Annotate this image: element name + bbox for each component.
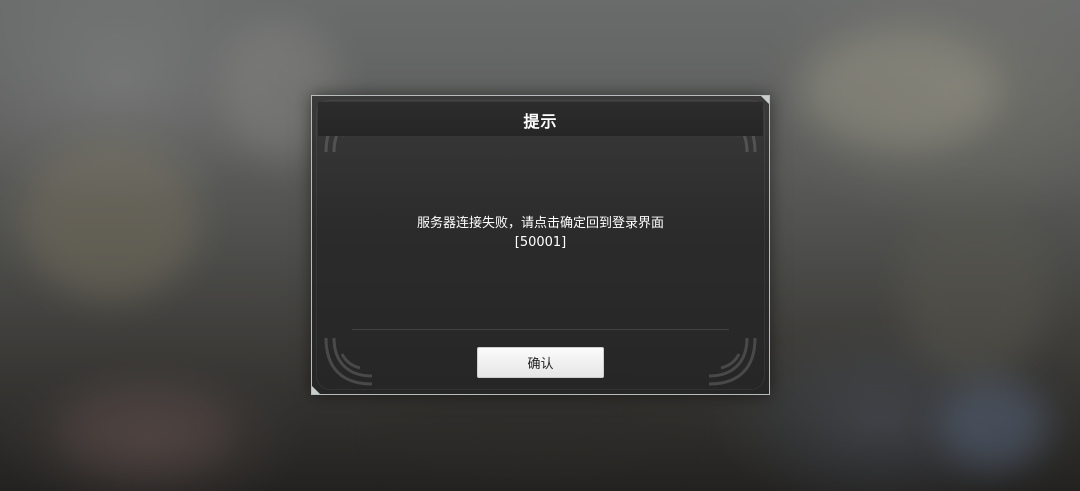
dialog-title-bar: 提示 bbox=[318, 102, 763, 136]
ornament-icon bbox=[324, 337, 373, 386]
error-message-text: 服务器连接失败，请点击确定回到登录界面 bbox=[416, 216, 664, 231]
game-background: 提示 服务器连接失败，请点击确定回到登录界面 [50001] 确认 bbox=[0, 0, 1080, 491]
background-blur-shape bbox=[940, 380, 1050, 470]
confirm-button[interactable]: 确认 bbox=[477, 347, 604, 378]
background-blur-shape bbox=[900, 200, 1050, 380]
error-dialog: 提示 服务器连接失败，请点击确定回到登录界面 [50001] 确认 bbox=[311, 95, 770, 395]
background-blur-shape bbox=[20, 140, 200, 300]
error-code: [50001] bbox=[514, 235, 567, 250]
background-blur-shape bbox=[380, 400, 680, 470]
dialog-message: 服务器连接失败，请点击确定回到登录界面 [50001] bbox=[332, 214, 749, 252]
dialog-title: 提示 bbox=[523, 112, 558, 131]
corner-accent bbox=[312, 386, 320, 394]
divider bbox=[352, 329, 729, 330]
background-blur-shape bbox=[800, 30, 1000, 150]
ornament-icon bbox=[708, 337, 757, 386]
background-blur-shape bbox=[60, 390, 230, 470]
